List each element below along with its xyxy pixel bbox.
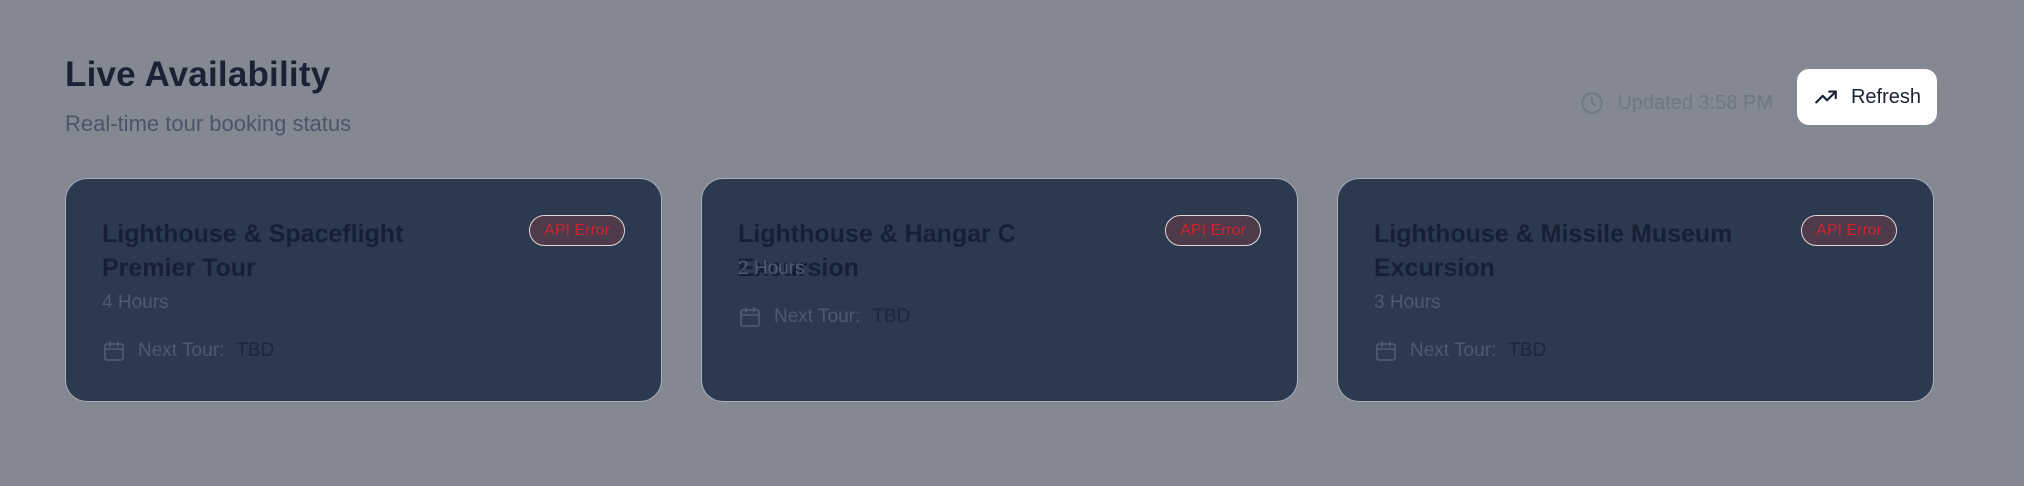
status-badge: API Error [529, 215, 625, 246]
status-badge: API Error [1801, 215, 1897, 246]
tour-card[interactable]: Lighthouse & Spaceflight Premier Tour AP… [65, 178, 662, 402]
last-updated: Updated 3:58 PM [1579, 85, 1773, 121]
calendar-icon [740, 307, 760, 327]
next-tour-value: TBD [872, 306, 911, 327]
next-tour: Next Tour: TBD [738, 305, 910, 329]
next-tour-value: TBD [1508, 340, 1547, 361]
tour-duration: 4 Hours [102, 292, 169, 313]
tour-cards: Lighthouse & Spaceflight Premier Tour AP… [65, 178, 1937, 404]
tour-card[interactable]: Lighthouse & Missile Museum Excursion AP… [1337, 178, 1934, 402]
updated-text: Updated 3:58 PM [1617, 91, 1773, 114]
next-tour: Next Tour: TBD [102, 339, 274, 363]
next-tour-label: Next Tour: [1410, 340, 1497, 361]
tour-title: Lighthouse & Missile Museum Excursion [1374, 220, 1733, 282]
next-tour-label: Next Tour: [774, 306, 861, 327]
calendar-icon [104, 341, 124, 361]
page-subtitle: Real-time tour booking status [65, 111, 352, 136]
tour-duration: 3 Hours [1374, 292, 1441, 313]
tour-card[interactable]: Lighthouse & Hangar C Excursion API Erro… [701, 178, 1298, 402]
trending-up-icon [1815, 90, 1837, 104]
clock-icon [1581, 92, 1604, 114]
availability-header: Live Availability Real-time tour booking… [65, 55, 1937, 145]
next-tour: Next Tour: TBD [1374, 339, 1546, 363]
next-tour-value: TBD [236, 340, 275, 361]
refresh-button[interactable]: Refresh [1797, 69, 1937, 125]
refresh-label: Refresh [1850, 85, 1922, 108]
tour-title: Lighthouse & Spaceflight Premier Tour [102, 220, 404, 282]
calendar-icon [1376, 341, 1396, 361]
page-title: Live Availability [65, 55, 331, 94]
next-tour-label: Next Tour: [138, 340, 225, 361]
status-badge: API Error [1165, 215, 1261, 246]
tour-duration: 2 Hours [738, 258, 805, 279]
